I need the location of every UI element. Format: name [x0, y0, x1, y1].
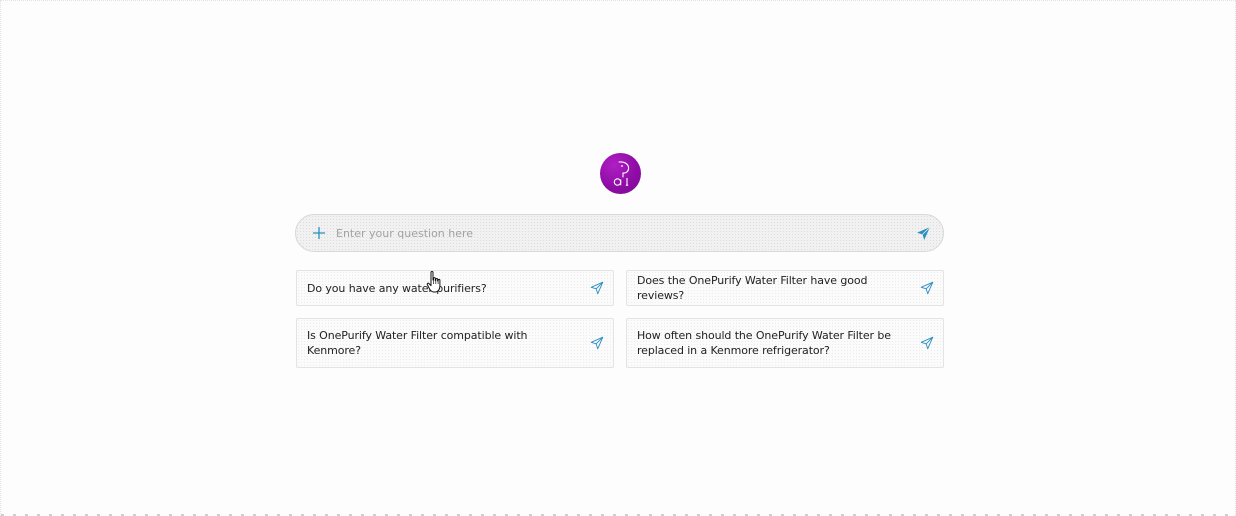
question-input[interactable]: [336, 221, 896, 245]
search-bar: [295, 214, 944, 252]
suggestion-water-purifiers[interactable]: Do you have any water purifiers?: [296, 270, 614, 306]
suggestion-kenmore-compatible[interactable]: Is OnePurify Water Filter compatible wit…: [296, 318, 614, 368]
send-outline-icon: [590, 336, 604, 350]
send-outline-icon: [590, 281, 604, 295]
suggestion-text: Is OnePurify Water Filter compatible wit…: [307, 329, 528, 357]
plus-icon[interactable]: [312, 226, 326, 240]
suggestion-replacement-frequency[interactable]: How often should the OnePurify Water Fil…: [626, 318, 944, 368]
logo-mark-icon: [613, 161, 630, 186]
suggestion-text: Does the OnePurify Water Filter have goo…: [637, 274, 868, 302]
send-outline-icon: [920, 281, 934, 295]
suggestion-text: Do you have any water purifiers?: [307, 281, 487, 295]
elephant-ai-logo: [600, 153, 641, 194]
page: Do you have any water purifiers? Does th…: [0, 0, 1236, 516]
send-icon[interactable]: [916, 226, 931, 241]
suggestion-text: How often should the OnePurify Water Fil…: [637, 329, 891, 357]
send-outline-icon: [920, 336, 934, 350]
suggestion-good-reviews[interactable]: Does the OnePurify Water Filter have goo…: [626, 270, 944, 306]
